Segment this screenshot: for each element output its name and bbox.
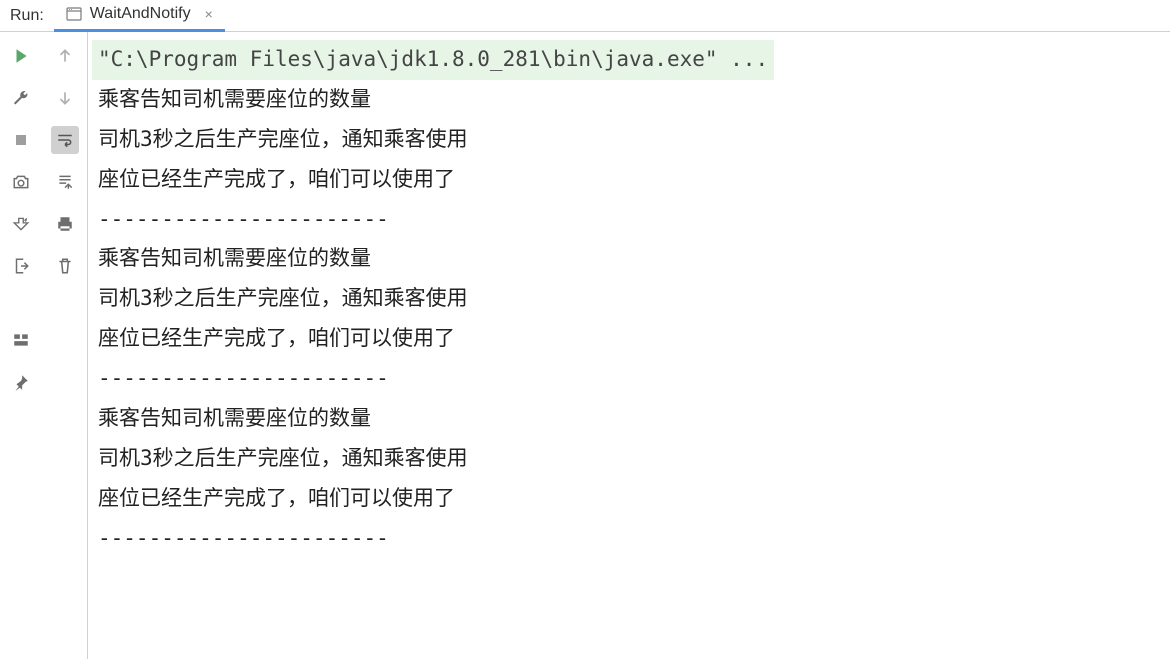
output-line: 座位已经生产完成了，咱们可以使用了: [92, 479, 1166, 519]
stop-button[interactable]: [7, 126, 35, 154]
output-line: 座位已经生产完成了，咱们可以使用了: [92, 319, 1166, 359]
output-line: 司机3秒之后生产完座位，通知乘客使用: [92, 120, 1166, 160]
output-line: 司机3秒之后生产完座位，通知乘客使用: [92, 279, 1166, 319]
output-line: -----------------------: [92, 359, 1166, 399]
run-label: Run:: [0, 7, 54, 25]
pin-icon[interactable]: [7, 368, 35, 396]
camera-icon[interactable]: [7, 168, 35, 196]
main-area: "C:\Program Files\java\jdk1.8.0_281\bin\…: [0, 32, 1170, 659]
output-line: 司机3秒之后生产完座位，通知乘客使用: [92, 439, 1166, 479]
close-icon[interactable]: ×: [205, 6, 213, 22]
java-file-icon: [66, 6, 82, 22]
toolbar-right: [42, 32, 88, 659]
output-line: 乘客告知司机需要座位的数量: [92, 80, 1166, 120]
output-line: 乘客告知司机需要座位的数量: [92, 239, 1166, 279]
soft-wrap-icon[interactable]: [51, 126, 79, 154]
print-icon[interactable]: [51, 210, 79, 238]
output-line: 乘客告知司机需要座位的数量: [92, 399, 1166, 439]
output-line: 座位已经生产完成了，咱们可以使用了: [92, 160, 1166, 200]
up-arrow-icon[interactable]: [51, 42, 79, 70]
output-line: -----------------------: [92, 200, 1166, 240]
run-tab[interactable]: WaitAndNotify ×: [54, 0, 225, 32]
layout-icon[interactable]: [7, 326, 35, 354]
output-line: -----------------------: [92, 519, 1166, 559]
scroll-to-end-icon[interactable]: [51, 168, 79, 196]
trash-icon[interactable]: [51, 252, 79, 280]
console-output[interactable]: "C:\Program Files\java\jdk1.8.0_281\bin\…: [88, 32, 1170, 659]
dump-threads-icon[interactable]: [7, 210, 35, 238]
wrench-icon[interactable]: [7, 84, 35, 112]
down-arrow-icon[interactable]: [51, 84, 79, 112]
tab-label: WaitAndNotify: [90, 5, 191, 23]
toolbar-left: [0, 32, 42, 659]
run-button[interactable]: [7, 42, 35, 70]
top-bar: Run: WaitAndNotify ×: [0, 0, 1170, 32]
exit-icon[interactable]: [7, 252, 35, 280]
command-line: "C:\Program Files\java\jdk1.8.0_281\bin\…: [92, 40, 774, 80]
